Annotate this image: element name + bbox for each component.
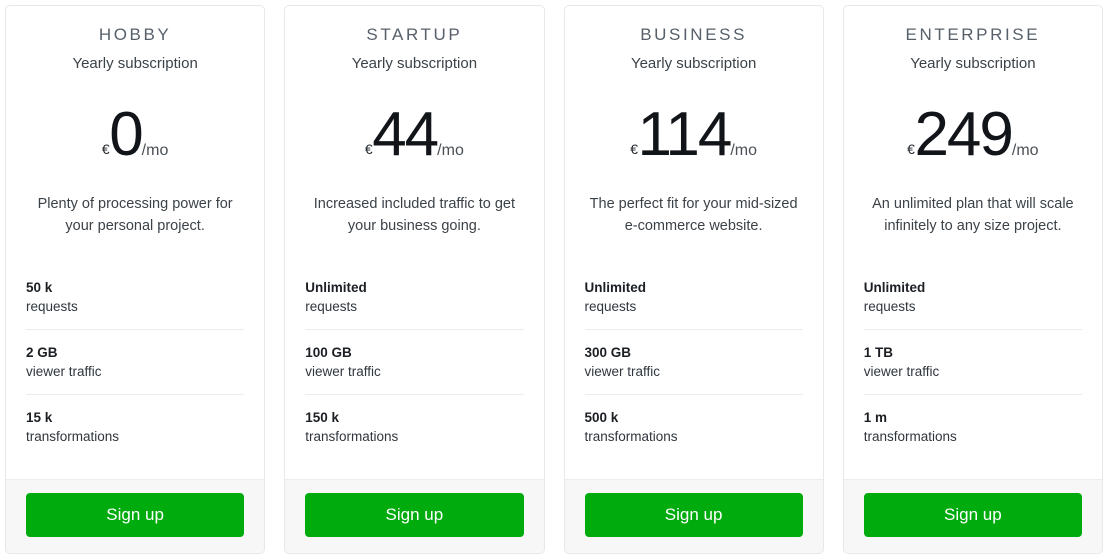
feature-item: 1 TB viewer traffic <box>863 328 1082 394</box>
feature-item: 500 k transformations <box>584 393 803 459</box>
feature-label: requests <box>305 299 358 315</box>
feature-value: 150 k <box>305 409 340 425</box>
price-amount: 114 <box>637 99 733 169</box>
feature-label: requests <box>584 299 637 315</box>
feature-list: 50 k requests 2 GB viewer traffic 15 k t… <box>26 278 245 479</box>
plan-subtitle: Yearly subscription <box>910 55 1036 73</box>
pricing-card-enterprise: ENTERPRISE Yearly subscription €249/mo A… <box>842 5 1103 554</box>
pricing-card-business: BUSINESS Yearly subscription €114/mo The… <box>563 5 824 554</box>
price-period: /mo <box>730 141 758 159</box>
price-row: €44/mo <box>305 103 523 166</box>
feature-list: Unlimited requests 1 TB viewer traffic 1… <box>863 278 1082 479</box>
plan-name: ENTERPRISE <box>905 25 1041 44</box>
feature-value: 2 GB <box>26 344 58 360</box>
price-currency: € <box>101 140 110 157</box>
price-row: €249/mo <box>864 103 1082 166</box>
plan-description: The perfect fit for your mid-sized e-com… <box>589 195 798 234</box>
card-footer: Sign up <box>564 479 823 553</box>
price-period: /mo <box>1011 141 1039 159</box>
price-amount: 249 <box>914 99 1013 169</box>
signup-button[interactable]: Sign up <box>26 493 245 537</box>
pricing-plans-grid: HOBBY Yearly subscription €0/mo Plenty o… <box>0 0 1108 560</box>
feature-label: requests <box>863 299 916 315</box>
feature-label: transformations <box>584 429 678 445</box>
feature-item: Unlimited requests <box>864 278 1082 329</box>
feature-value: 1 TB <box>863 344 894 360</box>
signup-button[interactable]: Sign up <box>863 493 1082 537</box>
card-footer: Sign up <box>843 479 1102 553</box>
feature-item: 150 k transformations <box>305 393 524 459</box>
feature-value: 1 m <box>863 409 888 425</box>
feature-item: 15 k transformations <box>26 393 245 459</box>
pricing-card-startup: STARTUP Yearly subscription €44/mo Incre… <box>284 5 545 554</box>
feature-item: 100 GB viewer traffic <box>305 328 524 394</box>
plan-name: BUSINESS <box>640 25 748 44</box>
feature-label: viewer traffic <box>584 364 661 380</box>
feature-item: Unlimited requests <box>585 278 803 329</box>
plan-subtitle: Yearly subscription <box>351 55 478 73</box>
feature-value: Unlimited <box>863 279 926 295</box>
plan-name: HOBBY <box>98 25 172 44</box>
card-footer: Sign up <box>285 479 544 553</box>
feature-list: Unlimited requests 100 GB viewer traffic… <box>305 278 524 479</box>
feature-value: 100 GB <box>305 344 352 360</box>
card-body: ENTERPRISE Yearly subscription €249/mo A… <box>844 6 1102 479</box>
feature-label: requests <box>26 299 78 315</box>
feature-label: viewer traffic <box>305 364 381 380</box>
feature-value: Unlimited <box>305 279 367 295</box>
plan-description: An unlimited plan that will scale infini… <box>872 195 1074 234</box>
plan-description: Plenty of processing power for your pers… <box>37 195 233 234</box>
price-currency: € <box>630 140 638 157</box>
feature-value: 15 k <box>26 409 53 425</box>
feature-label: viewer traffic <box>863 364 940 380</box>
price-currency: € <box>907 140 915 157</box>
feature-label: transformations <box>863 429 957 445</box>
feature-item: 300 GB viewer traffic <box>584 328 803 394</box>
plan-subtitle: Yearly subscription <box>630 55 757 73</box>
feature-value: 300 GB <box>584 344 632 360</box>
feature-item: 50 k requests <box>26 278 244 329</box>
card-body: HOBBY Yearly subscription €0/mo Plenty o… <box>6 6 264 479</box>
card-body: BUSINESS Yearly subscription €114/mo The… <box>565 6 823 479</box>
signup-button[interactable]: Sign up <box>305 493 524 537</box>
plan-description: Increased included traffic to get your b… <box>313 195 515 234</box>
feature-label: transformations <box>305 429 399 445</box>
feature-label: transformations <box>26 429 120 445</box>
plan-subtitle: Yearly subscription <box>72 55 198 73</box>
feature-item: 1 m transformations <box>863 393 1082 459</box>
signup-button[interactable]: Sign up <box>584 493 803 537</box>
price-period: /mo <box>437 141 464 159</box>
feature-item: Unlimited requests <box>305 278 523 329</box>
price-currency: € <box>364 140 373 157</box>
feature-list: Unlimited requests 300 GB viewer traffic… <box>584 278 803 479</box>
card-footer: Sign up <box>6 479 265 553</box>
pricing-card-hobby: HOBBY Yearly subscription €0/mo Plenty o… <box>5 5 266 554</box>
card-body: STARTUP Yearly subscription €44/mo Incre… <box>285 6 543 479</box>
feature-value: 50 k <box>26 279 53 295</box>
feature-value: Unlimited <box>584 279 647 295</box>
price-row: €0/mo <box>26 103 244 166</box>
feature-item: 2 GB viewer traffic <box>26 328 245 394</box>
price-row: €114/mo <box>585 103 803 166</box>
price-amount: 0 <box>109 99 144 169</box>
price-amount: 44 <box>372 99 439 169</box>
feature-label: viewer traffic <box>26 364 102 380</box>
price-period: /mo <box>141 141 169 159</box>
feature-value: 500 k <box>584 409 619 425</box>
plan-name: STARTUP <box>366 25 463 44</box>
